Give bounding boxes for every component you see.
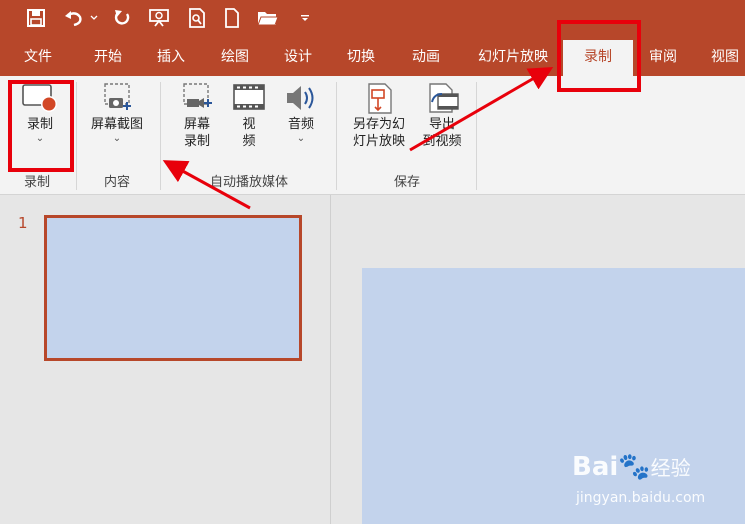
paw-icon: 🐾 [618,452,651,482]
watermark-brand-suffix: 经验 [650,456,691,480]
annotation-arrows [162,66,554,210]
watermark-brand-text: Bai [572,452,619,482]
watermark-url: jingyan.baidu.com [576,490,706,506]
arrow-to-ribbon [162,160,251,210]
arrow-to-tab [409,66,554,152]
watermark-brand: Bai🐾经验 [572,452,691,482]
